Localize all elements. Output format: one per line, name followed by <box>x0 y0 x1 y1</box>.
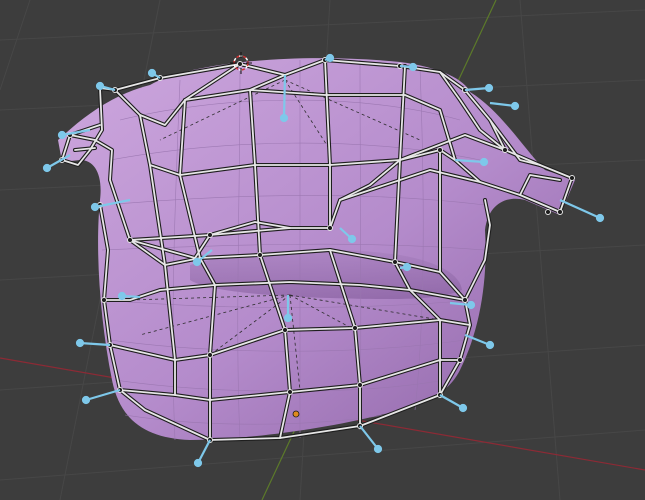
vertex[interactable] <box>502 147 508 153</box>
vertex[interactable] <box>287 389 293 395</box>
vertex[interactable] <box>462 297 468 303</box>
vertex[interactable] <box>569 175 575 181</box>
vertex[interactable] <box>207 352 213 358</box>
vertex[interactable] <box>257 252 263 258</box>
3d-viewport[interactable] <box>0 0 645 500</box>
vertex[interactable] <box>237 61 243 67</box>
vertex[interactable] <box>101 297 107 303</box>
vertex[interactable] <box>282 327 288 333</box>
object-origin-icon[interactable] <box>292 410 300 418</box>
vertex[interactable] <box>545 209 551 215</box>
vertex[interactable] <box>457 357 463 363</box>
vertex[interactable] <box>437 147 443 153</box>
vertex[interactable] <box>207 232 213 238</box>
vertex[interactable] <box>357 382 363 388</box>
vertex[interactable] <box>392 259 398 265</box>
vertex[interactable] <box>557 209 563 215</box>
vertex[interactable] <box>127 237 133 243</box>
vertex[interactable] <box>352 325 358 331</box>
vertex[interactable] <box>327 225 333 231</box>
